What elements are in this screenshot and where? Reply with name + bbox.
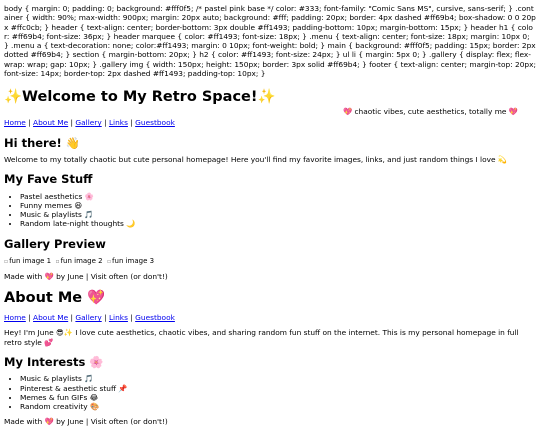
nav-separator: |: [104, 313, 107, 323]
interests-list: Music & playlists 🎵 Pinterest & aestheti…: [4, 374, 536, 411]
section-heading-gallery: Gallery Preview: [4, 236, 106, 251]
list-item: Pinterest & aesthetic stuff 📌: [20, 384, 536, 393]
nav-menu-about: Home | About Me | Gallery | Links | Gues…: [4, 313, 536, 322]
nav-separator: |: [28, 118, 31, 128]
nav-link-links[interactable]: Links: [109, 313, 128, 322]
footer-text: Made with 💖 by June | Visit often (or do…: [4, 271, 168, 281]
list-item: Random late-night thoughts 🌙: [20, 219, 536, 228]
nav-link-gallery[interactable]: Gallery: [75, 118, 101, 127]
section-heading-faves: My Fave Stuff: [4, 172, 93, 187]
nav-separator: |: [130, 118, 133, 128]
nav-separator: |: [130, 313, 133, 323]
nav-separator: |: [104, 118, 107, 128]
marquee-tagline: 💖 chaotic vibes, cute aesthetics, totall…: [342, 107, 518, 117]
broken-image-2[interactable]: fun image 2: [55, 257, 102, 265]
nav-link-about[interactable]: About Me: [33, 313, 68, 322]
gallery: fun image 1 fun image 2 fun image 3: [4, 256, 536, 266]
nav-link-guestbook[interactable]: Guestbook: [135, 313, 175, 322]
list-item: Memes & fun GIFs 😂: [20, 393, 536, 402]
faves-list: Pastel aesthetics 🌸 Funny memes 😆 Music …: [4, 192, 536, 229]
list-item: Random creativity 🎨: [20, 402, 536, 411]
section-heading-interests: My Interests 🌸: [4, 354, 104, 369]
nav-menu: Home | About Me | Gallery | Links | Gues…: [4, 118, 536, 127]
nav-separator: |: [70, 118, 74, 128]
nav-link-links[interactable]: Links: [109, 118, 128, 127]
nav-link-home[interactable]: Home: [4, 313, 26, 322]
broken-image-1[interactable]: fun image 1: [4, 257, 51, 265]
about-paragraph: Hey! I'm June 😎✨ I love cute aesthetics,…: [4, 328, 519, 347]
nav-link-guestbook[interactable]: Guestbook: [135, 118, 175, 127]
nav-separator: |: [70, 313, 74, 323]
intro-paragraph: Welcome to my totally chaotic but cute p…: [4, 155, 508, 164]
list-item: Pastel aesthetics 🌸: [20, 192, 536, 201]
nav-separator: |: [28, 313, 31, 323]
footer-text-about: Made with 💖 by June | Visit often (or do…: [4, 417, 168, 427]
section-heading-hi: Hi there! 👋: [4, 135, 81, 150]
nav-link-home[interactable]: Home: [4, 118, 26, 127]
nav-link-gallery[interactable]: Gallery: [75, 313, 101, 322]
list-item: Music & playlists 🎵: [20, 210, 536, 219]
about-heading: About Me 💖: [4, 290, 106, 306]
list-item: Music & playlists 🎵: [20, 374, 536, 383]
broken-image-3[interactable]: fun image 3: [107, 257, 154, 265]
nav-link-about[interactable]: About Me: [33, 118, 68, 127]
page-title: ✨Welcome to My Retro Space!✨: [4, 89, 276, 105]
page: body { margin: 0; padding: 0; background…: [0, 0, 540, 427]
raw-css-text: body { margin: 0; padding: 0; background…: [4, 4, 536, 78]
list-item: Funny memes 😆: [20, 201, 536, 210]
